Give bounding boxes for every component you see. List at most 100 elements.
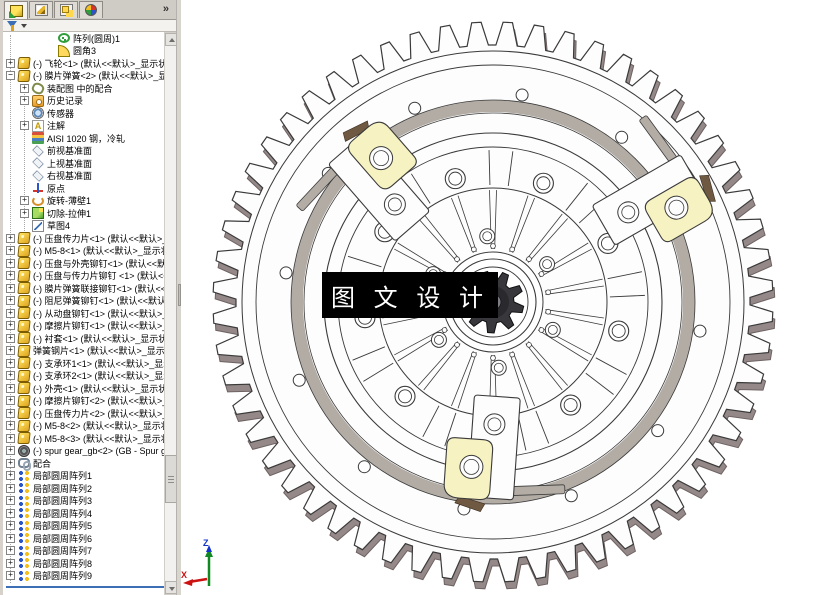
expand-icon[interactable]: + bbox=[6, 371, 15, 381]
tree-row[interactable]: + 配合 bbox=[6, 457, 164, 472]
expand-icon[interactable]: + bbox=[20, 96, 29, 106]
tree-row[interactable]: + (-) M5-8<1> (默认<<默认>_显示状 bbox=[6, 244, 164, 258]
tree-row[interactable]: 圆角3 bbox=[46, 44, 164, 58]
expand-icon[interactable]: + bbox=[20, 196, 29, 206]
clutch-assembly-model[interactable]: ZX bbox=[181, 0, 820, 595]
tree-row[interactable]: + (-) 压盘与传力片铆钉 <1> (默认<< bbox=[6, 269, 164, 283]
expand-icon[interactable]: + bbox=[6, 533, 15, 543]
expand-icon[interactable]: + bbox=[6, 346, 15, 356]
tree-row[interactable]: + (-) 外壳<1> (默认<<默认>_显示状 bbox=[6, 382, 164, 395]
tree-row[interactable]: + 局部圆周阵列5 bbox=[6, 519, 164, 533]
expand-icon[interactable]: + bbox=[6, 321, 15, 331]
tree-row[interactable]: + 局部圆周阵列8 bbox=[6, 557, 164, 570]
tree-row[interactable]: + 弹簧钢片<1> (默认<<默认>_显示状 bbox=[6, 344, 164, 358]
tree-row[interactable]: + (-) 从动盘铆钉<1> (默认<<默认>_ bbox=[6, 307, 164, 320]
expand-icon[interactable]: + bbox=[6, 546, 15, 556]
tree-row[interactable]: 草图4 bbox=[20, 219, 164, 233]
tree-row[interactable]: + (-) 衬套<1> (默认<<默认>_显示状 bbox=[6, 332, 164, 345]
expand-icon[interactable]: + bbox=[6, 446, 15, 456]
tree-row[interactable]: + (-) 支承环1<1> (默认<<默认>_显示 bbox=[6, 357, 164, 370]
tree-item-label: (-) 支承环1<1> (默认<<默认>_显示 bbox=[33, 358, 164, 369]
tree-row[interactable]: + (-) M5-8<2> (默认<<默认>_显示状 bbox=[6, 419, 164, 433]
collapse-icon[interactable]: − bbox=[6, 71, 15, 81]
graphics-viewport[interactable]: ZX 图 文 设 计 bbox=[181, 0, 820, 595]
expand-icon[interactable]: + bbox=[6, 383, 15, 393]
expand-icon[interactable]: + bbox=[20, 121, 29, 131]
expand-tabs-chevron[interactable]: » bbox=[163, 3, 169, 15]
tree-row[interactable]: + 局部圆周阵列4 bbox=[6, 507, 164, 520]
tree-row[interactable]: + 局部圆周阵列3 bbox=[6, 494, 164, 508]
tree-row[interactable]: + 局部圆周阵列2 bbox=[6, 482, 164, 495]
tree-row[interactable]: 阵列(圆周)1 bbox=[46, 32, 164, 45]
tree-row[interactable]: + (-) spur gear_gb<2> (GB - Spur g bbox=[6, 444, 164, 458]
expand-icon[interactable]: + bbox=[6, 571, 15, 581]
tab-propertymanager[interactable] bbox=[29, 1, 53, 18]
tree-item-label: 原点 bbox=[47, 183, 66, 194]
tree-row[interactable]: + (-) 压盘与外壳铆钉<1> (默认<<默 bbox=[6, 257, 164, 270]
tree-row[interactable]: 前视基准面 bbox=[20, 145, 164, 158]
tree-row[interactable]: 传感器 bbox=[20, 107, 164, 120]
tree-row[interactable]: + (-) 摩擦片铆钉<2> (默认<<默认>_ bbox=[6, 394, 164, 408]
tree-item-label: 历史记录 bbox=[47, 96, 84, 107]
tree-row[interactable]: + (-) 阻尼弹簧铆钉<1> (默认<<默认 bbox=[6, 294, 164, 308]
tree-item-label: 旋转-薄壁1 bbox=[47, 196, 92, 207]
tree-row[interactable]: + 装配图 中的配合 bbox=[20, 80, 164, 96]
expand-icon[interactable]: + bbox=[6, 296, 15, 306]
expand-icon[interactable]: + bbox=[6, 396, 15, 406]
expand-icon[interactable]: + bbox=[6, 508, 15, 518]
tree-row[interactable]: + 局部圆周阵列9 bbox=[6, 569, 164, 583]
tree-row[interactable]: 上视基准面 bbox=[20, 157, 164, 170]
configurationmanager-icon bbox=[59, 4, 73, 16]
expand-icon[interactable]: + bbox=[6, 521, 15, 531]
expand-icon[interactable]: + bbox=[6, 408, 15, 418]
filter-row bbox=[3, 20, 179, 32]
tree-item-label: 局部圆周阵列7 bbox=[33, 546, 93, 557]
tree-row[interactable]: 右视基准面 bbox=[20, 170, 164, 183]
expand-icon[interactable]: + bbox=[6, 258, 15, 268]
tree-row[interactable]: + 局部圆周阵列1 bbox=[6, 469, 164, 483]
filter-dropdown-caret[interactable] bbox=[21, 24, 27, 28]
expand-icon[interactable]: + bbox=[6, 458, 15, 468]
expand-icon[interactable]: + bbox=[6, 233, 15, 243]
tree-row[interactable]: + 旋转-薄壁1 bbox=[20, 195, 164, 208]
expand-icon[interactable]: + bbox=[6, 358, 15, 368]
expand-icon[interactable]: + bbox=[20, 83, 29, 93]
expand-icon[interactable]: + bbox=[6, 433, 15, 443]
expand-icon[interactable]: + bbox=[6, 246, 15, 256]
expand-icon[interactable]: + bbox=[20, 208, 29, 218]
tree-row[interactable]: + (-) 压盘传力片<1> (默认<<默认>_ bbox=[6, 232, 164, 245]
rollback-bar[interactable] bbox=[6, 586, 164, 588]
expand-icon[interactable]: + bbox=[6, 283, 15, 293]
tab-featuremanager[interactable] bbox=[4, 1, 28, 19]
tree-row[interactable]: + (-) 膜片弹簧联接铆钉<1> (默认<< bbox=[6, 282, 164, 295]
tree-row[interactable]: + (-) 飞轮<1> (默认<<默认>_显示状 bbox=[6, 57, 164, 70]
tree-row[interactable]: + 历史记录 bbox=[20, 94, 164, 108]
tree-row[interactable]: + 局部圆周阵列7 bbox=[6, 544, 164, 558]
propertymanager-icon bbox=[34, 4, 48, 16]
expand-icon[interactable]: + bbox=[6, 471, 15, 481]
expand-icon[interactable]: + bbox=[6, 421, 15, 431]
tree-row[interactable]: + (-) M5-8<3> (默认<<默认>_显示状 bbox=[6, 432, 164, 445]
tree-row[interactable]: + (-) 支承环2<1> (默认<<默认>_显示 bbox=[6, 369, 164, 383]
tree-row[interactable]: + (-) 摩擦片铆钉<1> (默认<<默认>_ bbox=[6, 319, 164, 333]
expand-icon[interactable]: + bbox=[6, 333, 15, 343]
expand-icon[interactable]: + bbox=[6, 271, 15, 281]
tree-row[interactable]: + 切除-拉伸1 bbox=[20, 207, 164, 220]
filter-funnel-icon[interactable] bbox=[7, 21, 17, 31]
tree-row[interactable]: AISI 1020 钢，冷轧 bbox=[20, 132, 164, 145]
tab-configurationmanager[interactable] bbox=[54, 1, 78, 18]
expand-icon[interactable]: + bbox=[6, 58, 15, 68]
expand-icon[interactable]: + bbox=[6, 483, 15, 493]
tree-row[interactable]: + 注解 bbox=[20, 119, 164, 133]
tree-row[interactable]: + (-) 压盘传力片<2> (默认<<默认>_ bbox=[6, 407, 164, 420]
local-pattern-icon bbox=[18, 482, 30, 495]
tree-row[interactable]: 原点 bbox=[20, 182, 164, 195]
tab-displaymanager[interactable] bbox=[79, 1, 103, 18]
expand-icon[interactable]: + bbox=[6, 308, 15, 318]
feature-manager-panel: » 阵列(圆周)1 圆角3 + (-) 飞轮<1> (默认<<默认>_显示状 − (-) … bbox=[0, 0, 179, 595]
expand-icon[interactable]: + bbox=[6, 558, 15, 568]
tree-row[interactable]: + 局部圆周阵列6 bbox=[6, 532, 164, 545]
expand-icon[interactable]: + bbox=[6, 496, 15, 506]
svg-text:Z: Z bbox=[203, 538, 209, 548]
tree-row[interactable]: − (-) 膜片弹簧<2> (默认<<默认>_显 bbox=[6, 69, 164, 83]
